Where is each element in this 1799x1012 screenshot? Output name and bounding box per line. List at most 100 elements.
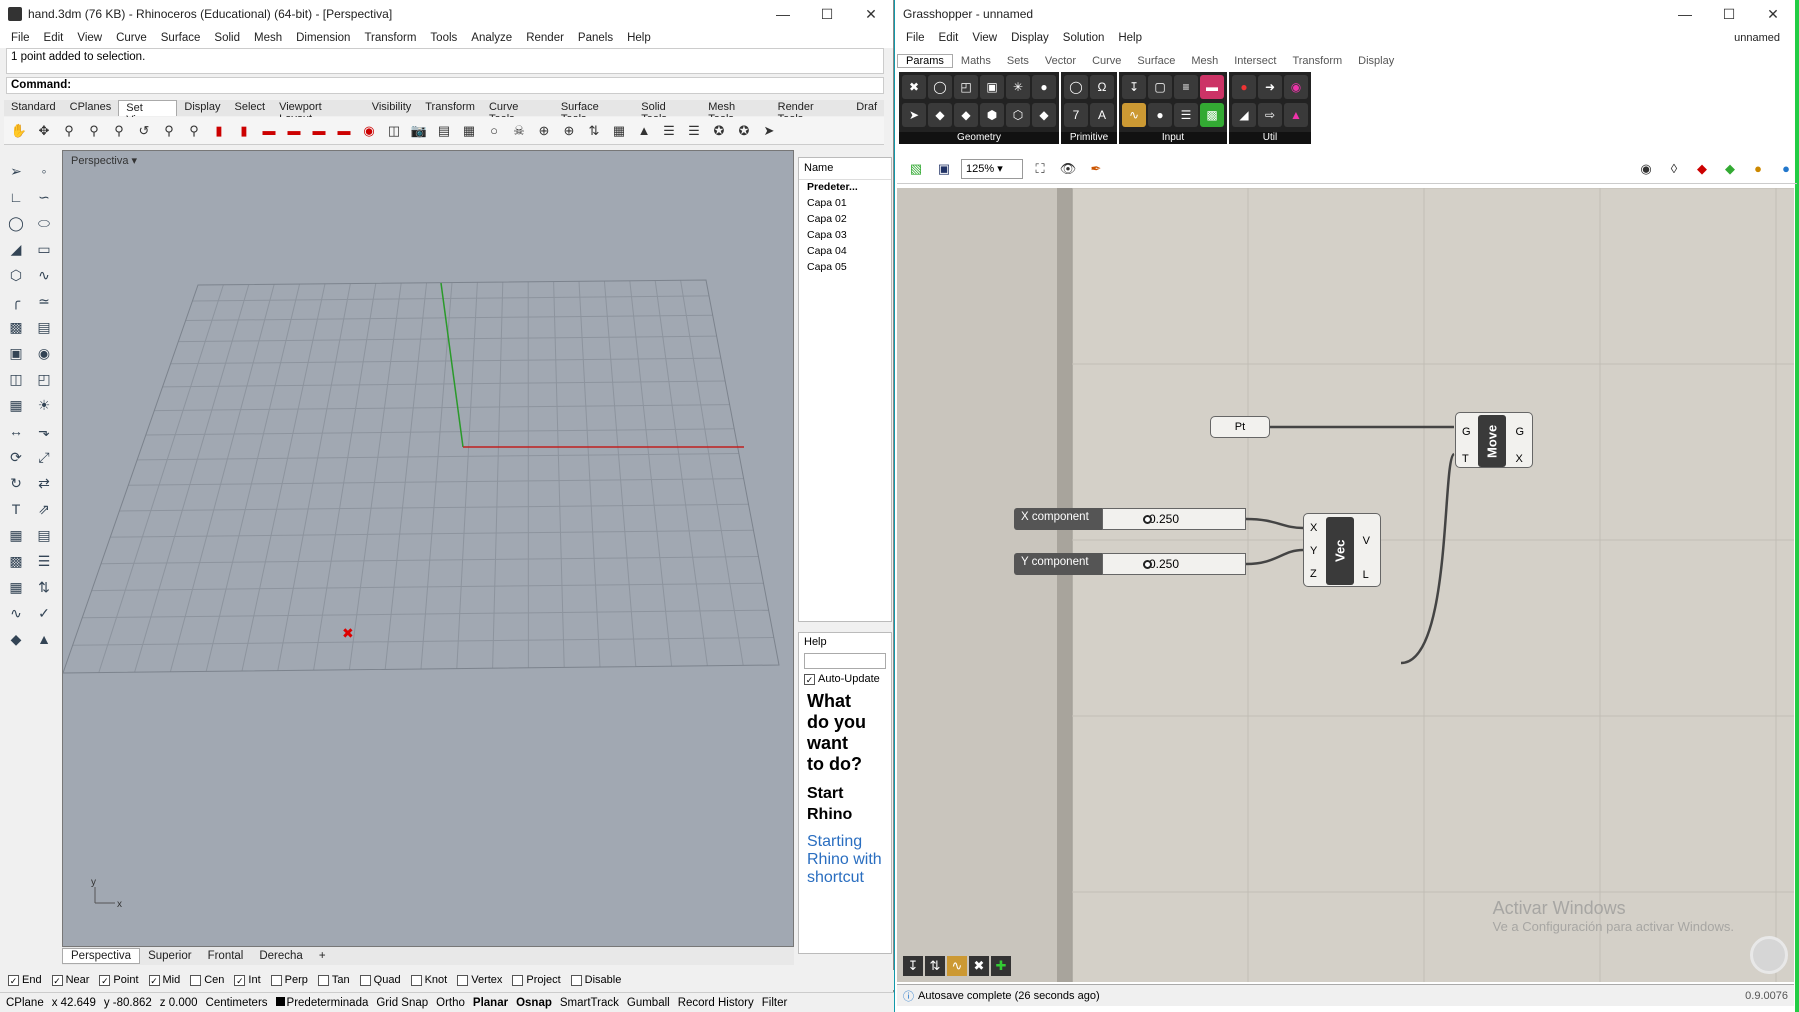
view-right-icon[interactable]: ▬: [258, 120, 280, 142]
line-param-icon[interactable]: ●: [1032, 75, 1056, 99]
viewport-tab[interactable]: Perspectiva: [62, 948, 141, 964]
widget-close-icon[interactable]: ✖: [969, 956, 989, 976]
arc-icon[interactable]: ◢: [4, 237, 28, 261]
surface-param-icon[interactable]: ◆: [928, 103, 952, 127]
group-label-input[interactable]: Input: [1119, 132, 1227, 144]
undo-view-icon[interactable]: ↺: [133, 120, 155, 142]
cplane-status[interactable]: CPlane: [6, 997, 44, 1009]
gh-menu-item[interactable]: Help: [1111, 32, 1149, 44]
camera-icon[interactable]: 📷: [408, 120, 430, 142]
group-label-geometry[interactable]: Geometry: [899, 132, 1059, 144]
gh-tab[interactable]: Maths: [953, 55, 999, 67]
menu-item[interactable]: Panels: [571, 32, 620, 44]
preview-eye-icon[interactable]: 👁: [1057, 158, 1079, 180]
flow-icon[interactable]: ∿: [4, 601, 28, 625]
checkbox-icon[interactable]: [570, 974, 582, 986]
field-param-icon[interactable]: ✳: [1006, 75, 1030, 99]
checkbox-icon[interactable]: [512, 974, 524, 986]
y-component-slider[interactable]: Y component 0.250: [1014, 553, 1246, 575]
gh-menu-item[interactable]: View: [965, 32, 1004, 44]
help-link[interactable]: Starting Rhino with shortcut: [799, 829, 891, 891]
polygon-icon[interactable]: ⬡: [4, 263, 28, 287]
gh-doc-name[interactable]: unnamed: [1727, 32, 1787, 44]
gumball-toggle[interactable]: Gumball: [627, 997, 670, 1009]
checkbox-icon[interactable]: [410, 974, 422, 986]
button-icon[interactable]: ▢: [1148, 75, 1172, 99]
solid-edit-icon[interactable]: ▩: [4, 549, 28, 573]
named-views-icon[interactable]: ▤: [433, 120, 455, 142]
osnap-mid[interactable]: ✓ Mid: [148, 974, 180, 986]
checkbox-icon[interactable]: [190, 974, 202, 986]
menu-item[interactable]: File: [4, 32, 37, 44]
vec-component[interactable]: XYZ Vec VL: [1303, 513, 1381, 587]
elevator-icon[interactable]: ⇅: [583, 120, 605, 142]
dimension-icon[interactable]: ↔: [4, 419, 28, 443]
zoom-selected-icon[interactable]: ⚲: [158, 120, 180, 142]
boolean-param-icon[interactable]: ◯: [1064, 75, 1088, 99]
group-label-primitive[interactable]: Primitive: [1061, 132, 1117, 144]
toolbar-tab[interactable]: Display: [177, 100, 227, 116]
gh-menu-item[interactable]: Edit: [932, 32, 966, 44]
open-file-icon[interactable]: ▧: [905, 158, 927, 180]
point-icon[interactable]: ◦: [32, 159, 56, 183]
widget-download-icon[interactable]: ↧: [903, 956, 923, 976]
mesh-param-icon[interactable]: ◆: [954, 103, 978, 127]
menu-item[interactable]: Edit: [37, 32, 71, 44]
move-inputs[interactable]: GT: [1462, 419, 1471, 473]
menu-item[interactable]: View: [70, 32, 109, 44]
boolean-toggle-icon[interactable]: ↧: [1122, 75, 1146, 99]
mesh-icon[interactable]: ▦: [4, 393, 28, 417]
grid-snap-toggle[interactable]: Grid Snap: [376, 997, 428, 1009]
toolbar-tab[interactable]: Render Tools: [771, 100, 850, 125]
gh-menu-item[interactable]: File: [899, 32, 932, 44]
gh-menu-item[interactable]: Display: [1004, 32, 1056, 44]
filter-toggle[interactable]: Filter: [762, 997, 788, 1009]
cplane-3pt-icon[interactable]: ▲: [633, 120, 655, 142]
offset-icon[interactable]: ≃: [32, 289, 56, 313]
menu-item[interactable]: Mesh: [247, 32, 289, 44]
toolbar-tab[interactable]: CPlanes: [63, 100, 119, 116]
transform-icon[interactable]: ⟳: [4, 445, 28, 469]
menu-item[interactable]: Tools: [423, 32, 464, 44]
slider-value[interactable]: 0.250: [1102, 553, 1246, 575]
complex-param-icon[interactable]: Ω: [1090, 75, 1114, 99]
record-history-toggle[interactable]: Record History: [678, 997, 754, 1009]
checkbox-icon[interactable]: ✓: [51, 974, 63, 986]
vec-inputs[interactable]: XYZ: [1310, 517, 1317, 586]
text-param-icon[interactable]: A: [1090, 103, 1114, 127]
osnap-tan[interactable]: Tan: [317, 974, 350, 986]
mesh-quality-icon[interactable]: ●: [1775, 158, 1797, 180]
wire-icon[interactable]: ☰: [32, 549, 56, 573]
viewport-tab[interactable]: Superior: [140, 949, 199, 963]
cylinder-icon[interactable]: ◫: [4, 367, 28, 391]
history-icon[interactable]: ⇅: [32, 575, 56, 599]
gh-tab[interactable]: Display: [1350, 55, 1402, 67]
menu-item[interactable]: Analyze: [464, 32, 519, 44]
maximize-button[interactable]: ☐: [805, 6, 849, 23]
ellipse-icon[interactable]: ⬭: [32, 211, 56, 235]
paint-icon[interactable]: ▲: [32, 627, 56, 651]
relay-icon[interactable]: ➜: [1258, 75, 1282, 99]
image-sampler-icon[interactable]: ▩: [1200, 103, 1224, 127]
close-button[interactable]: ✕: [849, 6, 893, 23]
checkbox-icon[interactable]: ✓: [148, 974, 160, 986]
selected-point-marker[interactable]: ✖: [342, 626, 354, 642]
osnap-point[interactable]: ✓ Point: [99, 974, 139, 986]
fly-icon[interactable]: ➤: [758, 120, 780, 142]
value-list-icon[interactable]: ☰: [1174, 103, 1198, 127]
osnap-int[interactable]: ✓ Int: [234, 974, 261, 986]
ortho-toggle[interactable]: Ortho: [436, 997, 465, 1009]
gh-tab[interactable]: Params: [897, 54, 953, 68]
widget-plus-icon[interactable]: ✚: [991, 956, 1011, 976]
group-icon[interactable]: ▦: [4, 523, 28, 547]
menu-item[interactable]: Render: [519, 32, 571, 44]
curve-icon[interactable]: ∽: [32, 185, 56, 209]
mirror-icon[interactable]: ⇄: [32, 471, 56, 495]
analyze-icon[interactable]: ◆: [4, 627, 28, 651]
gh-tab[interactable]: Curve: [1084, 55, 1129, 67]
gh-minimize-button[interactable]: —: [1663, 6, 1707, 22]
fitness-icon[interactable]: ⇨: [1258, 103, 1282, 127]
toolbar-tab[interactable]: Viewport Layout: [272, 100, 365, 125]
render-icon[interactable]: ☀: [32, 393, 56, 417]
zoom-all-icon[interactable]: ⚲: [183, 120, 205, 142]
